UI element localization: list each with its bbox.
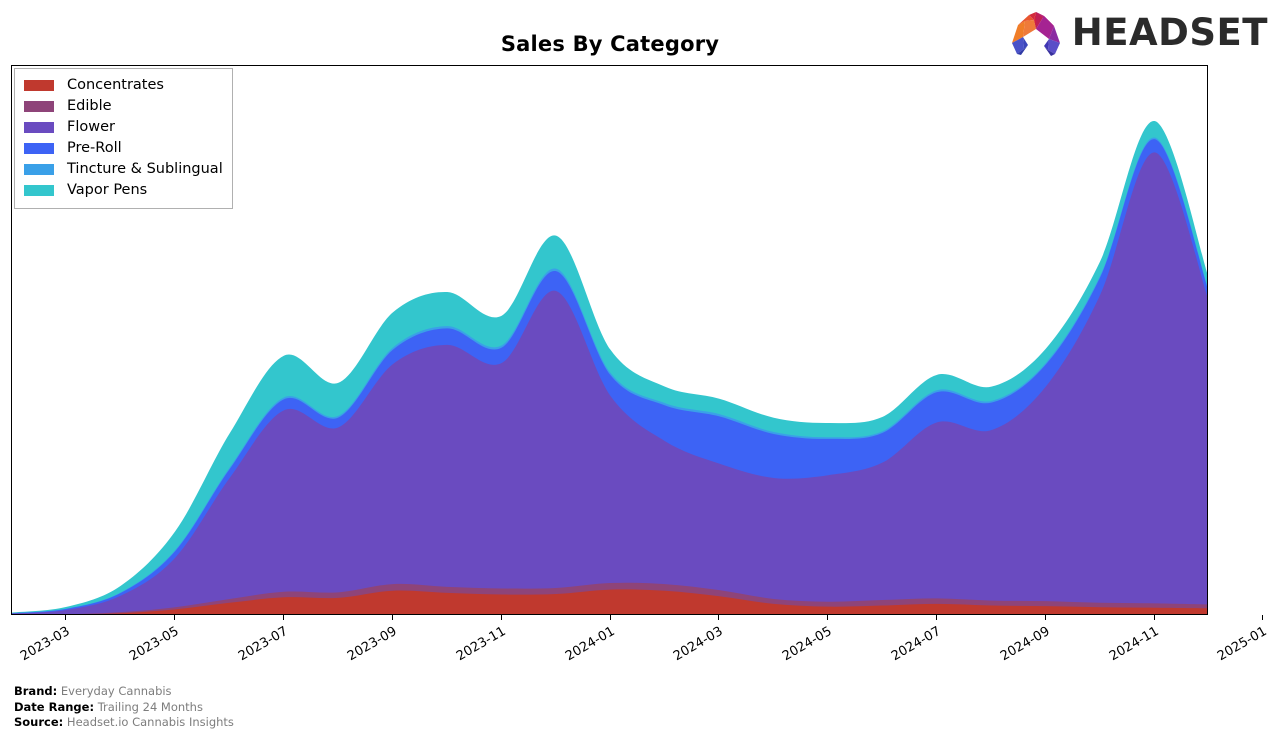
x-axis-tick-label: 2024-01 (562, 624, 617, 665)
x-axis-tick (391, 615, 393, 620)
x-axis-tick (500, 615, 502, 620)
headset-logo-icon (1011, 12, 1060, 56)
legend-label: Flower (67, 119, 115, 136)
legend-swatch-icon (24, 122, 54, 133)
legend-item[interactable]: Tincture & Sublingual (24, 159, 223, 180)
x-axis-tick (718, 615, 720, 620)
legend-item[interactable]: Flower (24, 117, 223, 138)
x-axis-tick-label: 2023-11 (453, 624, 509, 665)
x-axis-tick-label: 2024-03 (671, 624, 726, 665)
x-axis-tick (174, 615, 176, 620)
legend-swatch-icon (24, 185, 54, 196)
x-axis-tick (65, 615, 67, 620)
chart-footer: Brand: Everyday Cannabis Date Range: Trai… (14, 684, 234, 731)
brand-logo: HEADSET (1008, 6, 1268, 58)
footer-value: Everyday Cannabis (57, 684, 172, 698)
footer-value: Headset.io Cannabis Insights (63, 715, 234, 729)
footer-row: Brand: Everyday Cannabis (14, 684, 234, 700)
legend-swatch-icon (24, 164, 54, 175)
footer-label: Brand: (14, 684, 58, 698)
legend-label: Concentrates (67, 77, 164, 94)
legend-item[interactable]: Concentrates (24, 75, 223, 96)
x-axis-tick-label: 2024-09 (997, 624, 1053, 665)
x-axis-tick-label: 2023-09 (344, 624, 400, 665)
x-axis-tick-label: 2025-01 (1215, 624, 1270, 665)
chart-legend: Concentrates Edible Flower Pre-Roll Tincture… (14, 68, 233, 209)
footer-row: Source: Headset.io Cannabis Insights (14, 715, 234, 731)
footer-label: Date Range: (14, 699, 95, 714)
x-axis-tick (935, 615, 937, 620)
legend-item[interactable]: Vapor Pens (24, 180, 223, 201)
legend-label: Vapor Pens (67, 182, 148, 199)
legend-swatch-icon (24, 101, 54, 112)
legend-swatch-icon (24, 80, 54, 91)
x-axis-tick-label: 2024-11 (1106, 624, 1162, 665)
brand-logo-text: HEADSET (1071, 10, 1268, 54)
legend-item[interactable]: Edible (24, 96, 223, 117)
legend-label: Pre-Roll (67, 140, 122, 157)
x-axis-tick (1044, 615, 1046, 620)
footer-value: Trailing 24 Months (94, 699, 203, 714)
x-axis-tick (1153, 615, 1155, 620)
x-axis-tick-label: 2024-07 (888, 624, 944, 665)
footer-label: Source: (14, 715, 64, 729)
x-axis-tick (827, 615, 829, 620)
x-axis-tick (1262, 615, 1264, 620)
legend-swatch-icon (24, 143, 54, 154)
x-axis-tick (283, 615, 285, 620)
x-axis-tick-label: 2024-05 (780, 624, 835, 665)
x-axis-tick (609, 615, 611, 620)
x-axis: 2023-03 2023-05 2023-07 2023-09 2023-11 2024-… (0, 615, 1276, 675)
legend-label: Edible (67, 98, 112, 115)
legend-label: Tincture & Sublingual (67, 161, 223, 178)
footer-row: Date Range: Trailing 24 Months (14, 700, 234, 716)
chart-header: Sales By Category HEADSET (0, 0, 1276, 65)
legend-item[interactable]: Pre-Roll (24, 138, 223, 159)
